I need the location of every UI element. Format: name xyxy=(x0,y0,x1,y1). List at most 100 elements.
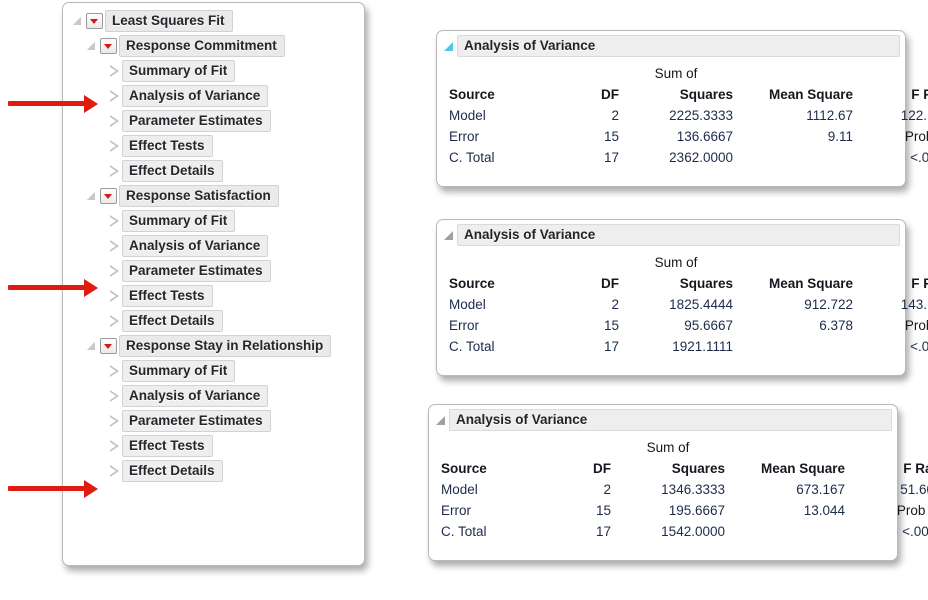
tree-item-effect-details[interactable]: Effect Details xyxy=(63,458,364,483)
tree-item-label: Summary of Fit xyxy=(122,359,236,382)
cell-sum-of-squares: 195.6667 xyxy=(668,503,725,518)
tree-item-label: Effect Tests xyxy=(122,284,213,307)
tree-item-analysis-of-variance[interactable]: Analysis of Variance xyxy=(63,83,364,108)
spacer-cell xyxy=(733,63,853,84)
disclosure-triangle-icon[interactable] xyxy=(85,39,99,53)
tree-node-response-commitment[interactable]: Response Commitment xyxy=(63,33,364,58)
cell-df: 15 xyxy=(603,129,619,144)
disclosure-triangle-icon[interactable] xyxy=(441,227,457,243)
spacer-cell xyxy=(557,252,619,273)
tree-item-parameter-estimates[interactable]: Parameter Estimates xyxy=(63,258,364,283)
tree-node-label: Response Stay in Relationship xyxy=(119,334,332,357)
column-header-sum-of-squares: Squares xyxy=(679,87,733,102)
disclosure-triangle-icon[interactable] xyxy=(107,239,121,253)
tree-node-least-squares-fit[interactable]: Least Squares Fit xyxy=(63,8,364,33)
tree-node-response-satisfaction[interactable]: Response Satisfaction xyxy=(63,183,364,208)
cell-mean-square xyxy=(725,521,845,542)
tree-item-label: Parameter Estimates xyxy=(122,109,271,132)
disclosure-triangle-icon[interactable] xyxy=(107,364,121,378)
sum-of-label: Sum of xyxy=(654,66,698,81)
tree-item-analysis-of-variance[interactable]: Analysis of Variance xyxy=(63,233,364,258)
cell-mean-square: 912.722 xyxy=(804,297,853,312)
cell-f-ratio: 143.1098 xyxy=(900,297,928,312)
column-header-mean-square: Mean Square xyxy=(760,461,845,476)
tree-item-label: Effect Tests xyxy=(122,134,213,157)
red-triangle-menu-icon[interactable] xyxy=(100,37,117,54)
tree-item-parameter-estimates[interactable]: Parameter Estimates xyxy=(63,408,364,433)
cell-mean-square: 673.167 xyxy=(796,482,845,497)
tree-item-summary-of-fit[interactable]: Summary of Fit xyxy=(63,208,364,233)
tree-item-label: Parameter Estimates xyxy=(122,259,271,282)
disclosure-triangle-icon[interactable] xyxy=(107,114,121,128)
tree-item-label: Summary of Fit xyxy=(122,209,236,232)
tree-item-effect-details[interactable]: Effect Details xyxy=(63,308,364,333)
panel-header[interactable]: Analysis of Variance xyxy=(441,223,900,246)
tree-node-label: Least Squares Fit xyxy=(105,9,233,32)
cell-mean-square xyxy=(733,147,853,168)
cell-f-ratio: 122.1220 xyxy=(900,108,928,123)
tree-item-effect-tests[interactable]: Effect Tests xyxy=(63,283,364,308)
disclosure-triangle-icon[interactable] xyxy=(441,38,457,54)
disclosure-triangle-icon[interactable] xyxy=(85,339,99,353)
sum-of-label: Sum of xyxy=(654,255,698,270)
disclosure-triangle-icon[interactable] xyxy=(107,64,121,78)
disclosure-triangle-icon[interactable] xyxy=(107,414,121,428)
tree-item-parameter-estimates[interactable]: Parameter Estimates xyxy=(63,108,364,133)
anova-panel-commitment: Analysis of Variance Sum of Source DF Sq… xyxy=(436,30,928,187)
red-triangle-menu-icon[interactable] xyxy=(100,187,117,204)
disclosure-triangle-icon[interactable] xyxy=(107,264,121,278)
disclosure-triangle-icon[interactable] xyxy=(107,139,121,153)
tree-node-label: Response Commitment xyxy=(119,34,285,57)
disclosure-triangle-icon[interactable] xyxy=(107,389,121,403)
tree-item-effect-tests[interactable]: Effect Tests xyxy=(63,433,364,458)
red-triangle-menu-icon[interactable] xyxy=(100,337,117,354)
disclosure-triangle-icon[interactable] xyxy=(433,412,449,428)
disclosure-triangle-icon[interactable] xyxy=(107,439,121,453)
red-triangle-menu-icon[interactable] xyxy=(86,12,103,29)
column-header-df: DF xyxy=(593,461,611,476)
disclosure-triangle-icon[interactable] xyxy=(71,14,85,28)
tree-item-analysis-of-variance[interactable]: Analysis of Variance xyxy=(63,383,364,408)
disclosure-triangle-icon[interactable] xyxy=(107,164,121,178)
sum-of-label: Sum of xyxy=(646,440,690,455)
spacer-cell xyxy=(557,63,619,84)
cell-source: C. Total xyxy=(449,150,495,165)
tree-node-response-stay-in-relationship[interactable]: Response Stay in Relationship xyxy=(63,333,364,358)
cell-df: 15 xyxy=(595,503,611,518)
column-header-f-ratio: F Ratio xyxy=(911,276,928,291)
cell-sum-of-squares: 1825.4444 xyxy=(669,297,733,312)
cell-p-value: <.0001* xyxy=(910,339,928,354)
panel-title: Analysis of Variance xyxy=(457,34,900,57)
disclosure-triangle-icon[interactable] xyxy=(85,189,99,203)
cell-source: Error xyxy=(441,503,471,518)
cell-source: Error xyxy=(449,129,479,144)
cell-mean-square: 1112.67 xyxy=(806,108,853,123)
disclosure-triangle-icon[interactable] xyxy=(107,214,121,228)
cell-df: 17 xyxy=(603,339,619,354)
disclosure-triangle-icon[interactable] xyxy=(107,89,121,103)
cell-mean-square xyxy=(733,336,853,357)
table-subheader-row: Sum of xyxy=(429,437,928,458)
cell-source: Model xyxy=(441,482,478,497)
anova-table: Sum of Source DF Squares Mean Square F R… xyxy=(429,437,928,542)
cell-prob-f-label: Prob > F xyxy=(896,503,928,518)
tree-item-effect-tests[interactable]: Effect Tests xyxy=(63,133,364,158)
panel-header[interactable]: Analysis of Variance xyxy=(441,34,900,57)
tree-item-label: Analysis of Variance xyxy=(122,234,269,257)
disclosure-triangle-icon[interactable] xyxy=(107,464,121,478)
tree-item-effect-details[interactable]: Effect Details xyxy=(63,158,364,183)
disclosure-triangle-icon[interactable] xyxy=(107,314,121,328)
anova-table: Sum of Source DF Squares Mean Square F R… xyxy=(437,63,928,168)
cell-sum-of-squares: 1542.0000 xyxy=(661,524,725,539)
cell-f-ratio: 51.6056 xyxy=(900,482,928,497)
tree-item-summary-of-fit[interactable]: Summary of Fit xyxy=(63,58,364,83)
column-header-f-ratio: F Ratio xyxy=(911,87,928,102)
tree-item-summary-of-fit[interactable]: Summary of Fit xyxy=(63,358,364,383)
panel-header[interactable]: Analysis of Variance xyxy=(433,408,892,431)
cell-mean-square: 9.11 xyxy=(827,129,853,144)
report-outline-tree: Least Squares Fit Response Commitment Su… xyxy=(62,2,365,566)
table-row: Error 15 95.6667 6.378 Prob > F xyxy=(437,315,928,336)
tree-item-label: Effect Details xyxy=(122,459,223,482)
disclosure-triangle-icon[interactable] xyxy=(107,289,121,303)
table-header-row: Source DF Squares Mean Square F Ratio xyxy=(429,458,928,479)
